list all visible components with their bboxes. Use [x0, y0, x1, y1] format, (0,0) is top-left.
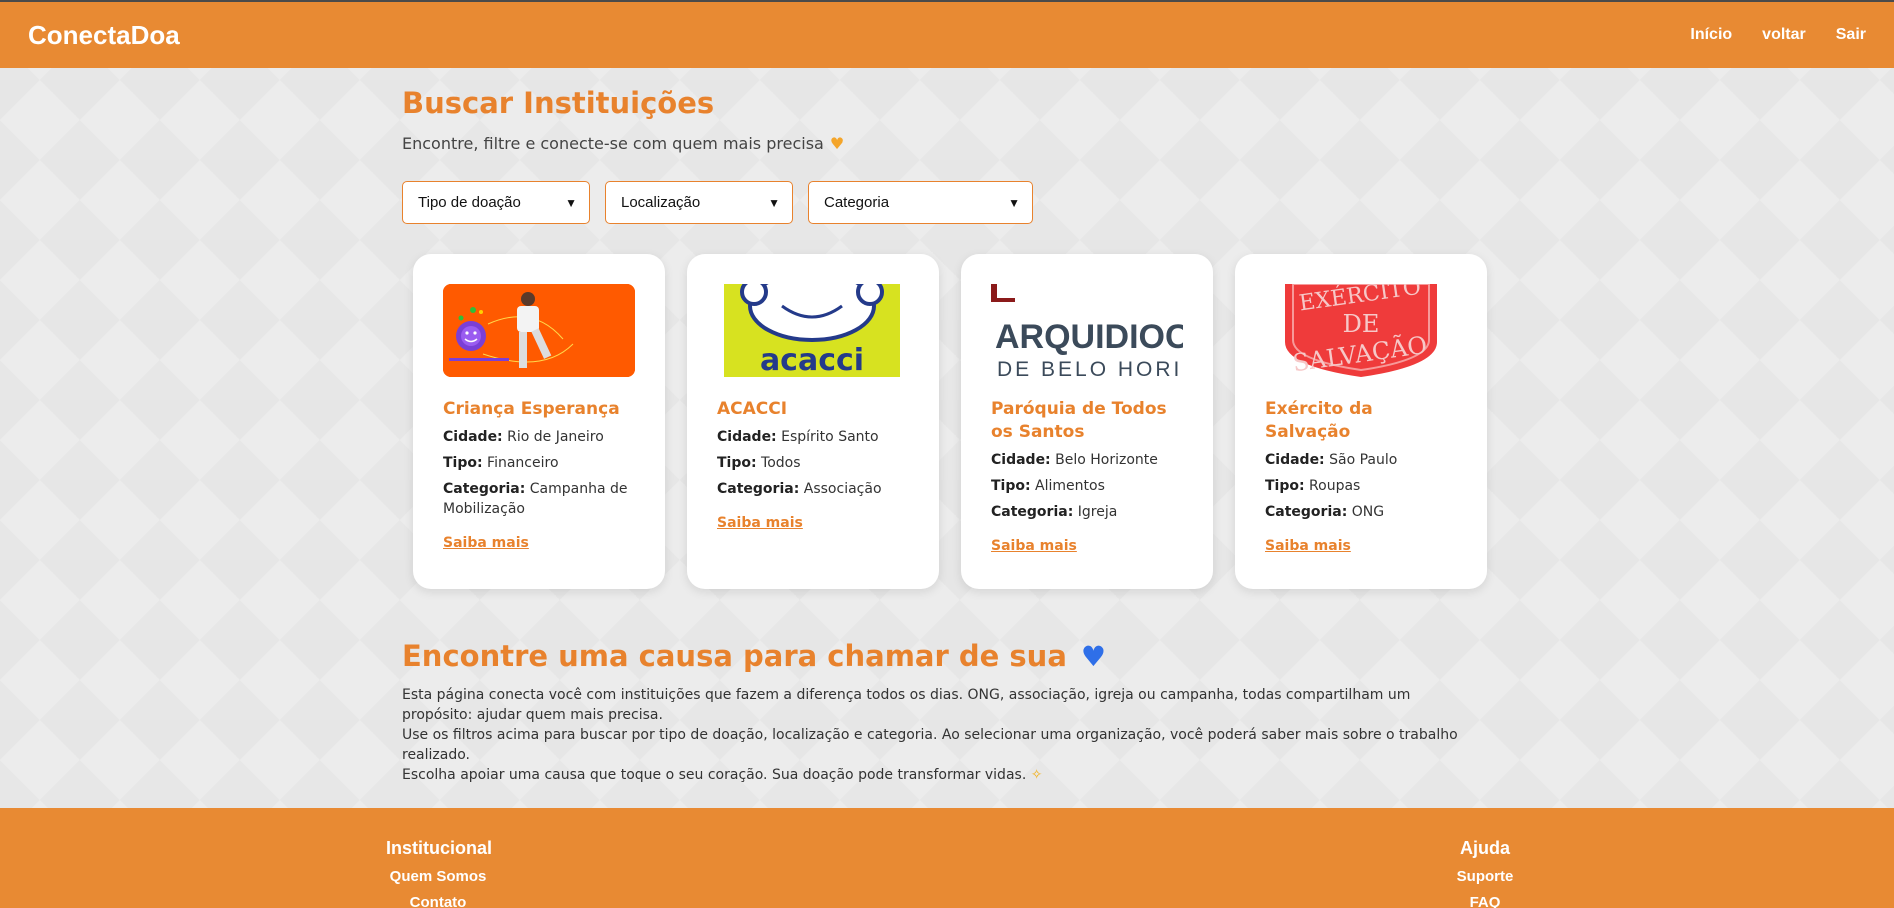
tipo-label: Tipo:: [991, 478, 1031, 494]
site-footer: Institucional Quem Somos Contato Ajuda S…: [0, 808, 1894, 908]
card-title: Exército da Salvação: [1265, 399, 1373, 442]
filters-bar: Tipo de doação ▼ Localização ▼ Categoria…: [402, 181, 1492, 224]
nav-inicio[interactable]: Início: [1690, 26, 1732, 44]
cause-paragraph-3-text: Escolha apoiar uma causa que toque o seu…: [402, 767, 1027, 783]
tipo-value: Todos: [761, 455, 801, 471]
institution-cards: Criança Esperança Cidade: Rio de Janeiro…: [413, 254, 1492, 589]
tipo-value: Financeiro: [487, 455, 559, 471]
cause-title: Encontre uma causa para chamar de sua ♥: [402, 639, 1492, 673]
footer-institucional: Institucional Quem Somos Contato: [386, 838, 493, 908]
card-cidade: Cidade: Belo Horizonte: [991, 450, 1183, 470]
saiba-mais-link[interactable]: Saiba mais: [717, 515, 803, 531]
card-tipo: Tipo: Roupas: [1265, 476, 1457, 496]
subtitle-text: Encontre, filtre e conecte-se com quem m…: [402, 134, 824, 153]
card-cidade: Cidade: São Paulo: [1265, 450, 1457, 470]
tipo-value: Alimentos: [1035, 478, 1105, 494]
saiba-mais-link[interactable]: Saiba mais: [443, 535, 529, 551]
cidade-value: Espírito Santo: [781, 429, 879, 445]
footer-institucional-title: Institucional: [386, 838, 493, 858]
filter-localizacao-select[interactable]: Localização ▼: [605, 181, 793, 224]
cause-section: Encontre uma causa para chamar de sua ♥ …: [402, 639, 1492, 785]
card-cidade: Cidade: Espírito Santo: [717, 427, 909, 447]
cidade-value: São Paulo: [1329, 452, 1398, 468]
main-content: Buscar Instituições Encontre, filtre e c…: [402, 86, 1492, 785]
card-title: Paróquia de Todos os Santos: [991, 399, 1167, 442]
categoria-value: ONG: [1351, 504, 1385, 520]
card-categoria: Categoria: Associação: [717, 479, 909, 499]
cidade-value: Rio de Janeiro: [507, 429, 604, 445]
arquidiocese-logo-text: ARQUIDIOCE: [995, 318, 1183, 356]
card-categoria: Categoria: Igreja: [991, 502, 1183, 522]
categoria-label: Categoria:: [991, 504, 1074, 520]
card-title: Criança Esperança: [443, 399, 620, 419]
card-tipo: Tipo: Alimentos: [991, 476, 1183, 496]
cidade-value: Belo Horizonte: [1055, 452, 1158, 468]
nav-links: Início voltar Sair: [1690, 26, 1866, 44]
blue-heart-icon: ♥: [1080, 639, 1106, 673]
sparkle-icon: ✧: [1030, 767, 1043, 783]
cidade-label: Cidade:: [717, 429, 777, 445]
card-cidade: Cidade: Rio de Janeiro: [443, 427, 635, 447]
orange-heart-icon: ♥: [829, 133, 845, 153]
filter-tipo-doacao-value: Tipo de doação: [418, 194, 521, 211]
brand-logo[interactable]: ConectaDoa: [28, 20, 180, 51]
saiba-mais-link[interactable]: Saiba mais: [991, 538, 1077, 554]
saiba-mais-link[interactable]: Saiba mais: [1265, 538, 1351, 554]
exercito-salvacao-logo-image: EXÉRCITO DE SALVAÇÃO: [1273, 284, 1449, 377]
belo-horizonte-logo-text: DE BELO HORIZO: [997, 358, 1183, 377]
cidade-label: Cidade:: [991, 452, 1051, 468]
categoria-label: Categoria:: [717, 481, 800, 497]
footer-ajuda: Ajuda Suporte FAQ: [1440, 838, 1530, 908]
chevron-down-icon: ▼: [768, 195, 780, 210]
navbar: ConectaDoa Início voltar Sair: [0, 2, 1894, 68]
chevron-down-icon: ▼: [565, 195, 577, 210]
categoria-value: Igreja: [1077, 504, 1118, 520]
filter-localizacao-value: Localização: [621, 194, 701, 211]
filter-categoria-value: Categoria: [824, 194, 890, 211]
arquidiocese-logo-image: ARQUIDIOCE DE BELO HORIZO: [991, 284, 1183, 377]
cause-paragraph-3: Escolha apoiar uma causa que toque o seu…: [402, 765, 1482, 785]
footer-ajuda-title: Ajuda: [1459, 838, 1510, 858]
chevron-down-icon: ▼: [1008, 195, 1020, 210]
institution-card: Criança Esperança Cidade: Rio de Janeiro…: [413, 254, 665, 589]
card-tipo: Tipo: Financeiro: [443, 453, 635, 473]
page-title: Buscar Instituições: [402, 86, 715, 120]
footer-link-faq[interactable]: FAQ: [1440, 894, 1530, 908]
card-title: ACACCI: [717, 399, 788, 419]
cause-title-text: Encontre uma causa para chamar de sua: [402, 639, 1067, 673]
acacci-logo-image: acacci: [724, 284, 900, 377]
acacci-logo-text: acacci: [760, 343, 864, 377]
de-logo-text: DE: [1343, 310, 1380, 338]
categoria-label: Categoria:: [1265, 504, 1348, 520]
filter-tipo-doacao-select[interactable]: Tipo de doação ▼: [402, 181, 590, 224]
categoria-label: Categoria:: [443, 481, 526, 497]
tipo-value: Roupas: [1309, 478, 1361, 494]
nav-voltar[interactable]: voltar: [1762, 26, 1806, 44]
institution-card: EXÉRCITO DE SALVAÇÃO Exército da Salvaçã…: [1235, 254, 1487, 589]
cidade-label: Cidade:: [443, 429, 503, 445]
nav-sair[interactable]: Sair: [1836, 26, 1866, 44]
crianca-esperanca-logo-image: [443, 284, 635, 377]
tipo-label: Tipo:: [443, 455, 483, 471]
categoria-value: Associação: [803, 481, 882, 497]
footer-link-quem-somos[interactable]: Quem Somos: [386, 868, 490, 885]
footer-link-suporte[interactable]: Suporte: [1440, 868, 1530, 885]
institution-card: acacci ACACCI Cidade: Espírito Santo Tip…: [687, 254, 939, 589]
page-subtitle: Encontre, filtre e conecte-se com quem m…: [402, 134, 1492, 153]
cause-description: Esta página conecta você com instituiçõe…: [402, 685, 1482, 785]
tipo-label: Tipo:: [717, 455, 757, 471]
cause-paragraph-1: Esta página conecta você com instituiçõe…: [402, 687, 1411, 723]
card-categoria: Categoria: Campanha de Mobilização: [443, 479, 635, 519]
card-categoria: Categoria: ONG: [1265, 502, 1457, 522]
institution-card: ARQUIDIOCE DE BELO HORIZO Paróquia de To…: [961, 254, 1213, 589]
card-tipo: Tipo: Todos: [717, 453, 909, 473]
cause-paragraph-2: Use os filtros acima para buscar por tip…: [402, 727, 1458, 763]
filter-categoria-select[interactable]: Categoria ▼: [808, 181, 1033, 224]
tipo-label: Tipo:: [1265, 478, 1305, 494]
footer-link-contato[interactable]: Contato: [386, 894, 490, 908]
cidade-label: Cidade:: [1265, 452, 1325, 468]
